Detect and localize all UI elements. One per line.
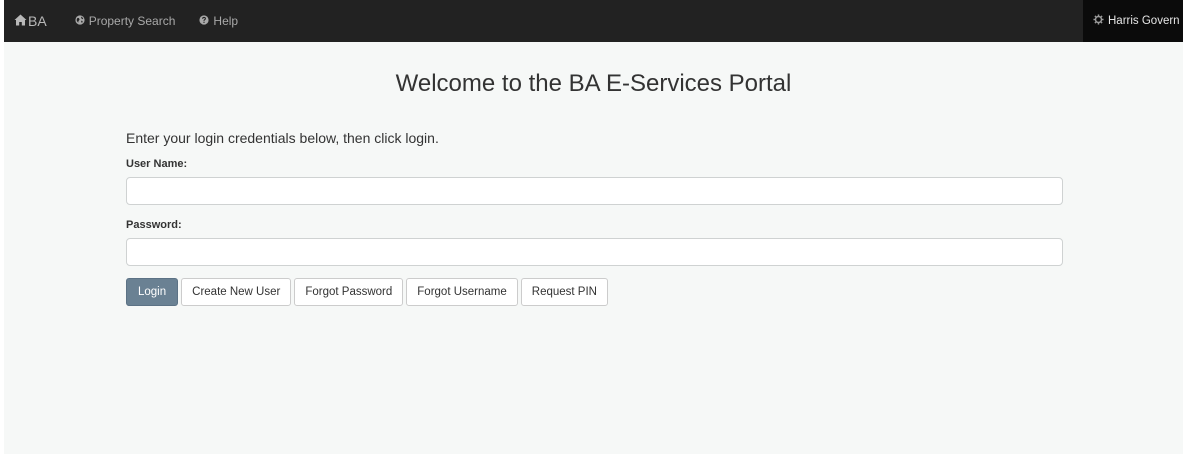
app-frame: BA Property Search Help Harris Govern We… <box>4 0 1183 454</box>
password-input[interactable] <box>126 238 1063 266</box>
globe-icon <box>75 14 85 28</box>
login-instructions: Enter your login credentials below, then… <box>126 130 439 146</box>
action-buttons: Login Create New User Forgot Password Fo… <box>126 278 608 306</box>
brand-label: BA <box>28 13 47 29</box>
account-label: Harris Govern <box>1108 15 1180 27</box>
forgot-password-button[interactable]: Forgot Password <box>294 278 404 306</box>
question-circle-icon <box>199 14 210 28</box>
login-button[interactable]: Login <box>126 278 179 306</box>
gear-icon <box>1093 14 1104 28</box>
top-navbar: BA Property Search Help Harris Govern <box>4 0 1183 42</box>
account-menu[interactable]: Harris Govern <box>1083 0 1183 42</box>
nav-help[interactable]: Help <box>199 14 238 28</box>
password-label: Password: <box>126 219 182 231</box>
home-icon <box>14 13 27 29</box>
username-input[interactable] <box>126 177 1063 205</box>
request-pin-button[interactable]: Request PIN <box>520 278 608 306</box>
brand-link[interactable]: BA <box>14 13 47 29</box>
nav-property-search[interactable]: Property Search <box>75 14 176 28</box>
username-label: User Name: <box>126 158 188 170</box>
nav-help-label: Help <box>213 14 239 28</box>
nav-property-search-label: Property Search <box>88 14 176 28</box>
forgot-username-button[interactable]: Forgot Username <box>406 278 518 306</box>
create-new-user-button[interactable]: Create New User <box>181 278 292 306</box>
page-title: Welcome to the BA E-Services Portal <box>395 70 792 97</box>
